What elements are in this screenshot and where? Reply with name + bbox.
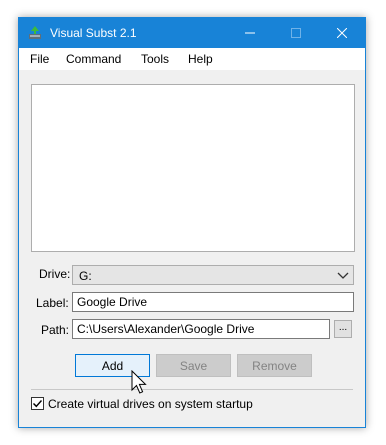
separator <box>31 389 353 390</box>
close-icon <box>337 28 347 38</box>
maximize-icon <box>291 28 301 38</box>
virtual-drives-list[interactable] <box>31 84 355 252</box>
minimize-icon <box>245 32 255 34</box>
path-field[interactable]: C:\Users\Alexander\Google Drive <box>72 319 330 339</box>
label-label: Label: <box>36 296 69 310</box>
drive-select-value: G: <box>79 269 92 283</box>
startup-checkbox[interactable] <box>31 397 44 410</box>
drive-select[interactable]: G: <box>72 265 354 285</box>
path-label: Path: <box>41 323 70 337</box>
app-icon <box>29 26 41 39</box>
label-field[interactable]: Google Drive <box>72 292 354 312</box>
app-window: Visual Subst 2.1 File Command Tools Help… <box>18 17 366 428</box>
drive-label: Drive: <box>39 267 71 281</box>
menu-tools[interactable]: Tools <box>141 52 169 66</box>
menu-help[interactable]: Help <box>188 52 213 66</box>
startup-checkbox-label: Create virtual drives on system startup <box>48 397 253 411</box>
browse-button[interactable]: ... <box>334 320 352 338</box>
mouse-cursor-icon <box>131 370 147 394</box>
close-button[interactable] <box>319 18 365 48</box>
save-button[interactable]: Save <box>156 354 231 377</box>
menu-command[interactable]: Command <box>66 52 121 66</box>
minimize-button[interactable] <box>227 18 273 48</box>
title-bar[interactable]: Visual Subst 2.1 <box>19 18 365 48</box>
remove-button[interactable]: Remove <box>237 354 312 377</box>
menu-file[interactable]: File <box>30 52 49 66</box>
checkmark-icon <box>33 400 43 408</box>
window-title: Visual Subst 2.1 <box>50 26 137 40</box>
menu-bar: File Command Tools Help <box>19 48 365 71</box>
path-field-value: C:\Users\Alexander\Google Drive <box>77 322 255 336</box>
maximize-button <box>273 18 319 48</box>
chevron-down-icon <box>337 272 349 279</box>
label-field-value: Google Drive <box>77 295 148 309</box>
